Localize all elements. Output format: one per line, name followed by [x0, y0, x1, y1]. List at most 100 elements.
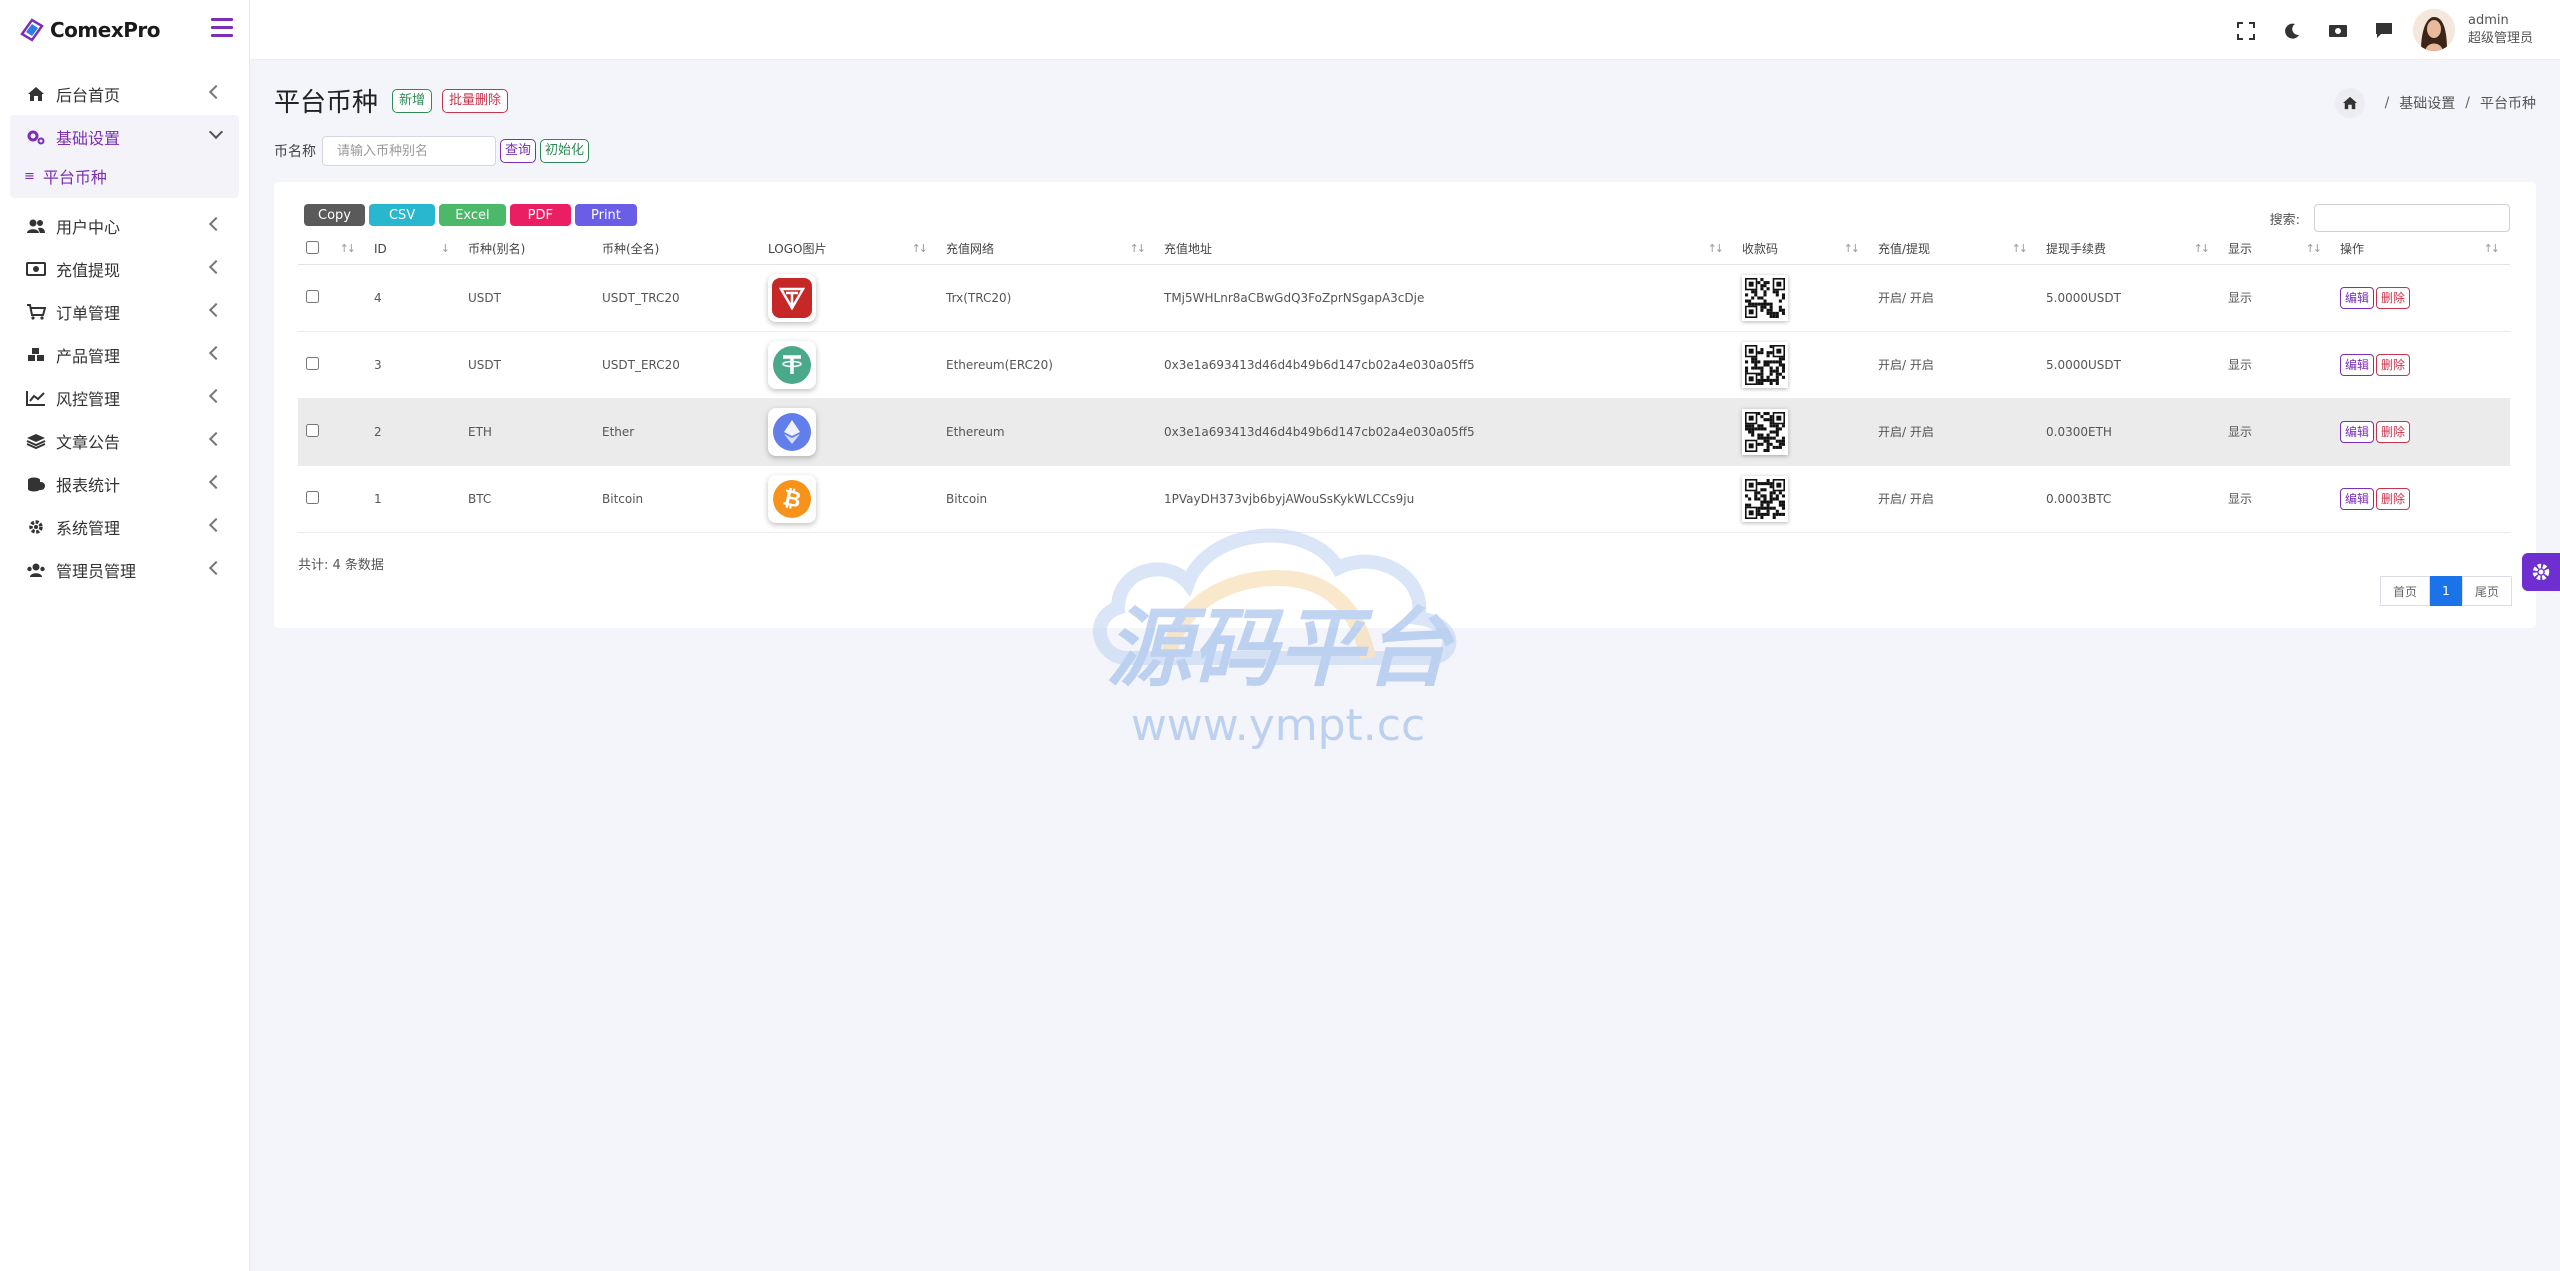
- col-address[interactable]: 充值地址 ↑↓: [1156, 234, 1734, 265]
- row-checkbox[interactable]: [306, 356, 319, 370]
- sidebar-item-reports[interactable]: 报表统计: [0, 462, 249, 505]
- delete-button[interactable]: 删除: [2376, 420, 2411, 443]
- sort-icon[interactable]: ↑↓: [1130, 242, 1147, 255]
- col-show[interactable]: 显示 ↑↓: [2220, 234, 2332, 265]
- qr-code-icon[interactable]: [1742, 475, 1788, 522]
- qr-code-icon[interactable]: [1742, 274, 1788, 321]
- qr-code-icon[interactable]: [1742, 408, 1788, 455]
- row-select: [298, 465, 366, 533]
- sidebar-item-orders[interactable]: 订单管理: [0, 290, 249, 333]
- copy-button[interactable]: Copy: [304, 204, 365, 226]
- sort-icon[interactable]: ↑↓: [1844, 242, 1861, 255]
- user-info[interactable]: admin 超级管理员: [2468, 12, 2533, 48]
- query-button[interactable]: 查询: [500, 139, 537, 163]
- sidebar-item-label: 用户中心: [56, 217, 121, 237]
- breadcrumb-home-icon[interactable]: [2334, 88, 2365, 118]
- sort-icon[interactable]: ↓: [441, 242, 450, 255]
- chevron-left-icon: [208, 388, 224, 404]
- message-icon[interactable]: [2373, 20, 2395, 42]
- cell-show: 显示: [2220, 398, 2332, 466]
- chevron-left-icon: [208, 84, 224, 100]
- users-icon: [26, 217, 46, 235]
- sidebar-item-basic-settings[interactable]: 基础设置: [10, 115, 239, 158]
- col-fee[interactable]: 提现手续费 ↑↓: [2038, 234, 2220, 265]
- breadcrumb-current: 平台币种: [2480, 96, 2536, 112]
- qr-code-icon[interactable]: [1742, 341, 1788, 388]
- init-button[interactable]: 初始化: [540, 139, 590, 163]
- edit-button[interactable]: 编辑: [2340, 286, 2375, 309]
- csv-button[interactable]: CSV: [368, 204, 436, 226]
- sort-icon[interactable]: ↑↓: [2306, 242, 2323, 255]
- sidebar-item-admins[interactable]: 管理员管理: [0, 548, 249, 591]
- col-network[interactable]: 充值网络 ↑↓: [938, 234, 1156, 265]
- page-1-button[interactable]: 1: [2429, 576, 2462, 606]
- col-logo[interactable]: LOGO图片 ↑↓: [760, 234, 938, 265]
- cell-id: 3: [366, 331, 460, 399]
- menu-toggle-icon[interactable]: [211, 18, 233, 38]
- sidebar-item-user-center[interactable]: 用户中心: [0, 204, 249, 247]
- select-all-checkbox[interactable]: [306, 240, 319, 254]
- coins-table: ↑↓ ID ↓ 币种(别名) 币种(全名) LOGO图片 ↑↓ 充值网络 ↑↓ 充值地…: [298, 234, 2510, 533]
- cell-logo: [760, 331, 938, 399]
- edit-button[interactable]: 编辑: [2340, 420, 2375, 443]
- row-select: [298, 398, 366, 466]
- delete-button[interactable]: 删除: [2376, 487, 2411, 510]
- sort-icon[interactable]: ↑↓: [1708, 242, 1725, 255]
- row-select: [298, 331, 366, 399]
- money-icon[interactable]: [2327, 20, 2349, 42]
- dark-mode-icon[interactable]: [2281, 20, 2303, 42]
- col-status[interactable]: 充值/提现 ↑↓: [1870, 234, 2038, 265]
- sidebar-item-home[interactable]: 后台首页: [0, 72, 249, 115]
- search-label: 搜索:: [2269, 212, 2300, 228]
- sidebar-subitem-platform-coins[interactable]: ≡ 平台币种: [10, 158, 239, 194]
- chevron-left-icon: [208, 517, 224, 533]
- delete-button[interactable]: 删除: [2376, 353, 2411, 376]
- table-card: Copy CSV Excel PDF Print 搜索: ↑↓ ID ↓ 币种(别…: [274, 182, 2536, 628]
- print-button[interactable]: Print: [574, 204, 637, 226]
- sidebar-item-risk-control[interactable]: 风控管理: [0, 376, 249, 419]
- first-page-button[interactable]: 首页: [2379, 576, 2430, 606]
- cell-fullname: USDT_TRC20: [594, 264, 760, 332]
- delete-button[interactable]: 删除: [2376, 286, 2411, 309]
- export-bar: Copy CSV Excel PDF Print: [304, 204, 637, 226]
- edit-button[interactable]: 编辑: [2340, 487, 2375, 510]
- coins-icon: [26, 475, 46, 493]
- sidebar-item-label: 风控管理: [56, 389, 121, 409]
- sidebar-item-products[interactable]: 产品管理: [0, 333, 249, 376]
- col-actions[interactable]: 操作 ↑↓: [2332, 234, 2510, 265]
- row-checkbox[interactable]: [306, 423, 319, 437]
- topbar: admin 超级管理员: [250, 0, 2560, 60]
- search-input[interactable]: [2314, 204, 2510, 232]
- sort-icon[interactable]: ↑↓: [2194, 242, 2211, 255]
- add-button[interactable]: 新增: [392, 88, 433, 113]
- edit-button[interactable]: 编辑: [2340, 353, 2375, 376]
- col-id[interactable]: ID ↓: [366, 234, 460, 265]
- coin-name-input[interactable]: [322, 136, 496, 166]
- sort-icon[interactable]: ↑↓: [2484, 242, 2501, 255]
- sidebar-item-deposit-withdraw[interactable]: 充值提现: [0, 247, 249, 290]
- table-row: 4 USDT USDT_TRC20 Trx(TRC20) TMj5WHLnr8a…: [298, 264, 2510, 332]
- col-qrcode[interactable]: 收款码 ↑↓: [1734, 234, 1870, 265]
- col-fullname[interactable]: 币种(全名): [594, 234, 760, 265]
- sort-icon[interactable]: ↑↓: [340, 242, 357, 255]
- avatar[interactable]: [2413, 9, 2455, 51]
- batch-delete-button[interactable]: 批量删除: [442, 88, 509, 113]
- sidebar-item-articles[interactable]: 文章公告: [0, 419, 249, 462]
- row-checkbox[interactable]: [306, 289, 319, 303]
- cell-fee: 0.0003BTC: [2038, 465, 2220, 533]
- settings-fab-button[interactable]: [2522, 553, 2560, 591]
- row-checkbox[interactable]: [306, 490, 319, 504]
- excel-button[interactable]: Excel: [439, 204, 506, 226]
- layers-icon: [26, 432, 46, 450]
- cell-alias: BTC: [460, 465, 594, 533]
- sort-icon[interactable]: ↑↓: [912, 242, 929, 255]
- fullscreen-icon[interactable]: [2235, 20, 2257, 42]
- last-page-button[interactable]: 尾页: [2461, 576, 2512, 606]
- breadcrumb-level1[interactable]: 基础设置: [2399, 93, 2455, 113]
- brand-logo-icon: [20, 18, 44, 42]
- pdf-button[interactable]: PDF: [509, 204, 571, 226]
- sort-icon[interactable]: ↑↓: [2012, 242, 2029, 255]
- sidebar-item-system[interactable]: 系统管理: [0, 505, 249, 548]
- sidebar-item-label: 文章公告: [56, 432, 121, 452]
- col-alias[interactable]: 币种(别名): [460, 234, 594, 265]
